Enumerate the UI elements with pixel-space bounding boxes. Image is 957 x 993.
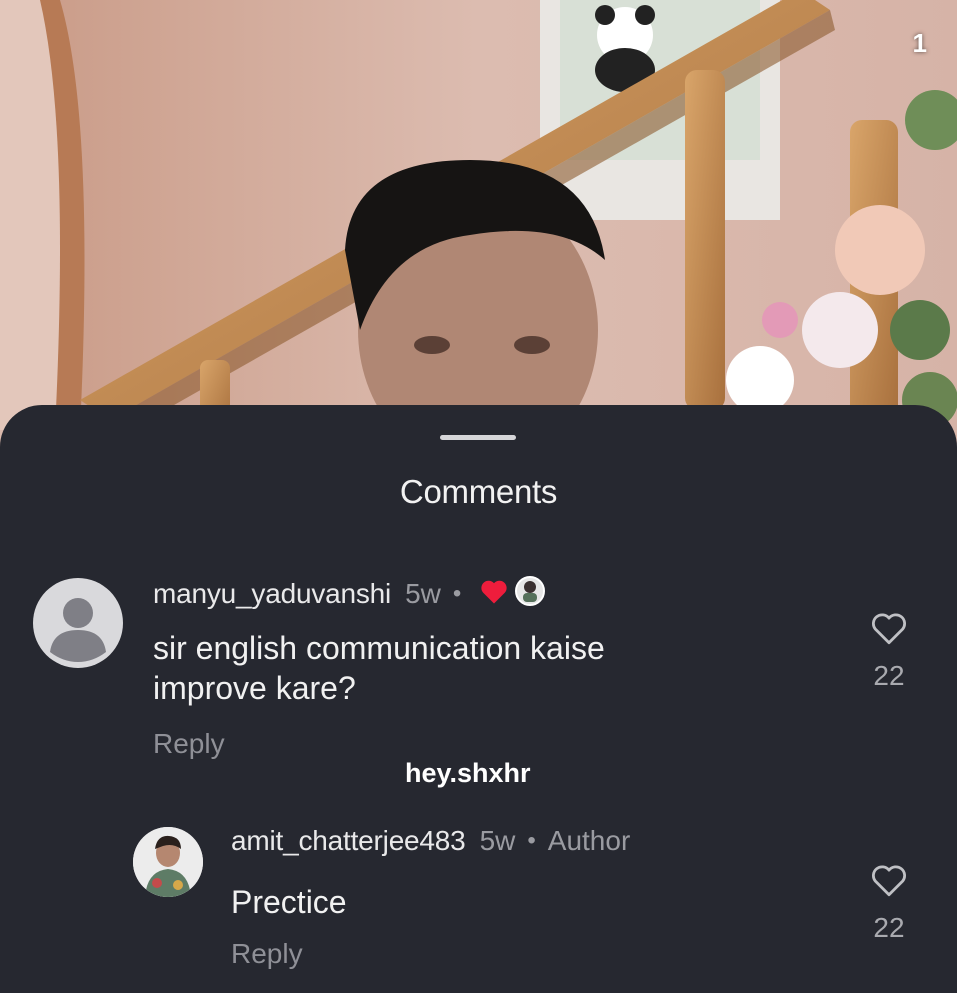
like-count: 22 [873, 660, 905, 691]
comment-time: 5w [405, 577, 441, 609]
avatar[interactable] [33, 578, 123, 668]
liked-by-author-heart-icon [479, 577, 509, 610]
reply-button[interactable]: Reply [153, 728, 225, 760]
heart-outline-icon [872, 613, 906, 645]
like-count: 22 [873, 912, 905, 943]
comment-text: sir english communication kaise improve … [153, 628, 605, 708]
reply-button[interactable]: Reply [231, 938, 303, 970]
drag-handle[interactable] [440, 435, 516, 440]
separator-dot: • [452, 579, 462, 607]
comment-text-line: improve kare? [153, 670, 356, 706]
sheet-title: Comments [399, 473, 558, 510]
like-button[interactable]: 22 [859, 862, 919, 944]
comment-username[interactable]: amit_chatterjee483 [231, 825, 466, 857]
comment-header: manyu_yaduvanshi 5w • [153, 576, 546, 611]
separator-dot: • [527, 827, 536, 854]
comment-text-line: Prectice [231, 884, 347, 920]
avatar[interactable] [133, 827, 203, 897]
default-person-icon [50, 598, 106, 662]
author-photo [133, 827, 203, 897]
video-image [0, 0, 957, 430]
comment-text-line: sir english communication kaise [153, 630, 605, 666]
author-avatar-mini [515, 576, 546, 611]
comment-username[interactable]: manyu_yaduvanshi [153, 578, 391, 610]
heart-outline-icon [872, 865, 906, 897]
comments-sheet: Comments manyu_yaduvanshi 5w • sir engli… [0, 405, 957, 993]
comment-text: Prectice [231, 882, 347, 922]
comment-header: amit_chatterjee483 5w • Author [231, 825, 630, 857]
author-badge: Author [547, 825, 631, 856]
corner-badge: 1 [912, 28, 927, 58]
comment-time: 5w [479, 825, 516, 856]
watermark-text: hey.shxhr [405, 758, 531, 788]
video-frame[interactable]: 1 [0, 0, 957, 430]
like-button[interactable]: 22 [859, 610, 919, 692]
